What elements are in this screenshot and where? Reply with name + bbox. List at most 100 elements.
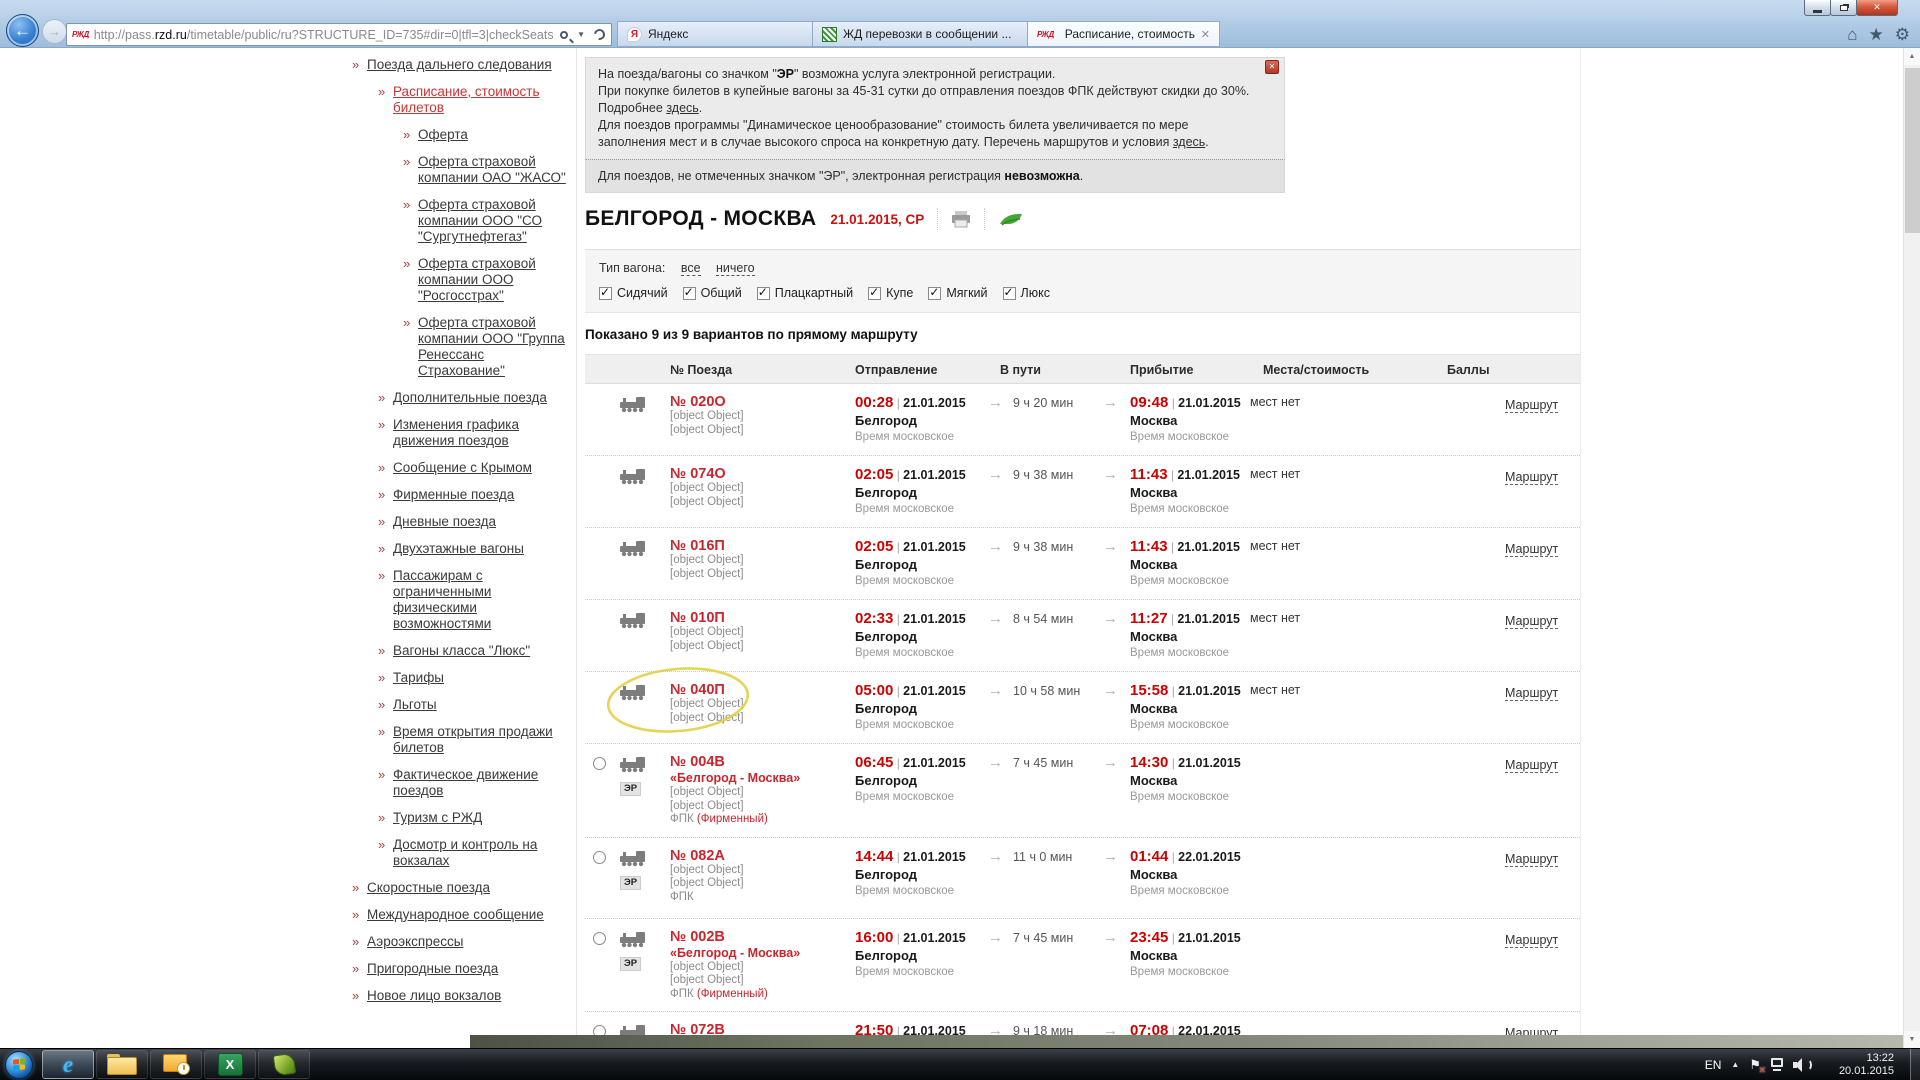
back-button[interactable]: ← — [6, 14, 39, 47]
scroll-up-button[interactable]: ▲ — [1904, 48, 1920, 65]
train-number[interactable]: № 040П — [670, 682, 855, 698]
podrobnee-link[interactable]: здесь — [666, 101, 698, 115]
route-link[interactable]: Маршрут — [1505, 398, 1558, 413]
forward-button[interactable]: → — [42, 19, 67, 44]
settings-gear-icon[interactable]: ⚙ — [1895, 26, 1910, 44]
print-icon[interactable] — [951, 211, 971, 228]
sidebar-item[interactable]: Оферта страховой компании ООО "Группа Ре… — [403, 315, 572, 379]
train-number[interactable]: № 016П — [670, 538, 855, 554]
train-number[interactable]: № 002В — [670, 929, 855, 945]
start-button[interactable] — [5, 1051, 33, 1079]
sidebar-item[interactable]: Оферта — [403, 127, 572, 143]
train-number[interactable]: № 072В — [670, 1022, 855, 1035]
banner-close-icon[interactable]: ✕ — [1265, 60, 1279, 74]
show-desktop-button[interactable] — [1910, 1049, 1920, 1080]
url-dropdown-icon[interactable]: ▼ — [577, 30, 585, 39]
sidebar-item[interactable]: Фирменные поезда — [378, 487, 572, 503]
sidebar-item[interactable]: Тарифы — [378, 670, 572, 686]
search-icon[interactable] — [560, 31, 568, 39]
taskbar-outlook-button[interactable] — [150, 1050, 202, 1079]
select-all-link[interactable]: все — [681, 261, 701, 276]
train-radio[interactable] — [593, 1025, 606, 1035]
vagon-type-checkbox[interactable]: ✓ Мягкий — [928, 286, 987, 300]
route-link[interactable]: Маршрут — [1505, 933, 1558, 948]
taskbar-excel-button[interactable]: X — [204, 1050, 256, 1079]
sidebar-item[interactable]: Оферта страховой компании ООО "Росгосстр… — [403, 256, 572, 304]
sidebar-item[interactable]: Дополнительные поезда — [378, 390, 572, 406]
train-radio[interactable] — [593, 757, 606, 770]
vagon-type-checkbox[interactable]: ✓ Сидячий — [599, 286, 668, 300]
train-number[interactable]: № 082А — [670, 848, 855, 864]
sidebar-item[interactable]: Скоростные поезда — [352, 880, 572, 896]
route-link[interactable]: Маршрут — [1505, 758, 1558, 773]
route-link[interactable]: Маршрут — [1505, 470, 1558, 485]
scrollbar-thumb[interactable] — [1905, 68, 1920, 233]
sidebar-item[interactable]: Оферта страховой компании ООО "СО "Сургу… — [403, 197, 572, 245]
checkbox-icon[interactable]: ✓ — [1003, 287, 1016, 300]
scroll-down-button[interactable]: ▼ — [1904, 1031, 1920, 1048]
sidebar-item[interactable]: Фактическое движение поездов — [378, 767, 572, 799]
tray-expand-icon[interactable]: ▲ — [1731, 1060, 1739, 1069]
vagon-type-checkbox[interactable]: ✓ Плацкартный — [757, 286, 853, 300]
tab-yandex[interactable]: Я Яндекс — [617, 21, 813, 47]
sidebar-item[interactable]: Пригородные поезда — [352, 961, 572, 977]
sidebar-item[interactable]: Вагоны класса "Люкс" — [378, 643, 572, 659]
window-minimize-button[interactable] — [1804, 0, 1831, 16]
address-bar[interactable]: РЖД http://pass.rzd.ru/timetable/public/… — [66, 23, 612, 46]
sidebar-item[interactable]: Двухэтажные вагоны — [378, 541, 572, 557]
checkbox-icon[interactable]: ✓ — [928, 287, 941, 300]
tab-close-icon[interactable]: ✕ — [1201, 28, 1210, 41]
sidebar-item[interactable]: Новое лицо вокзалов — [352, 988, 572, 1004]
action-center-flag-icon[interactable]: ⚑✕ — [1749, 1057, 1761, 1073]
train-number[interactable]: № 074О — [670, 466, 855, 482]
sidebar-item[interactable]: Аэроэкспрессы — [352, 934, 572, 950]
train-number[interactable]: № 004В — [670, 754, 855, 770]
sidebar-item[interactable]: Оферта страховой компании ОАО "ЖАСО" — [403, 154, 572, 186]
checkbox-icon[interactable]: ✓ — [683, 287, 696, 300]
sidebar-item[interactable]: Международное сообщение — [352, 907, 572, 923]
sidebar-item[interactable]: Время открытия продажи билетов — [378, 724, 572, 756]
route-link[interactable]: Маршрут — [1505, 852, 1558, 867]
sidebar-item[interactable]: Расписание, стоимость билетов — [378, 84, 572, 116]
route-link[interactable]: Маршрут — [1505, 614, 1558, 629]
select-none-link[interactable]: ничего — [716, 261, 755, 276]
volume-icon[interactable] — [1793, 1058, 1814, 1072]
clock[interactable]: 13:22 20.01.2015 — [1824, 1052, 1894, 1078]
tab-raspisanie-active[interactable]: РЖД Расписание, стоимость би... ✕ — [1027, 21, 1220, 47]
language-indicator[interactable]: EN — [1705, 1058, 1722, 1072]
train-number[interactable]: № 020О — [670, 394, 855, 410]
vagon-type-checkbox[interactable]: ✓ Общий — [683, 286, 742, 300]
route-link[interactable]: Маршрут — [1505, 686, 1558, 701]
sidebar-item[interactable]: Туризм с РЖД — [378, 810, 572, 826]
favorites-star-icon[interactable]: ★ — [1869, 26, 1884, 44]
sidebar-item[interactable]: Дневные поезда — [378, 514, 572, 530]
sidebar-item[interactable]: Поезда дальнего следования — [352, 57, 572, 73]
tab-zd-perevozki[interactable]: ЖД перевозки в сообщении ... — [812, 21, 1028, 47]
usloviya-link[interactable]: здесь — [1173, 135, 1205, 149]
train-name[interactable]: «Белгород - Москва» — [670, 945, 855, 961]
home-icon[interactable]: ⌂ — [1847, 26, 1857, 44]
checkbox-icon[interactable]: ✓ — [868, 287, 881, 300]
window-restore-button[interactable] — [1830, 0, 1857, 16]
train-radio[interactable] — [593, 932, 606, 945]
vagon-type-checkbox[interactable]: ✓ Купе — [868, 286, 913, 300]
taskbar-explorer-button[interactable] — [96, 1050, 148, 1079]
train-number[interactable]: № 010П — [670, 610, 855, 626]
window-close-button[interactable]: ✕ — [1856, 0, 1898, 16]
sidebar-item[interactable]: Пассажирам с ограниченными физическими в… — [378, 568, 572, 632]
sidebar-item[interactable]: Сообщение с Крымом — [378, 460, 572, 476]
train-name[interactable]: «Белгород - Москва» — [670, 770, 855, 786]
vertical-scrollbar[interactable]: ▲ ▼ — [1903, 48, 1920, 1048]
route-link[interactable]: Маршрут — [1505, 542, 1558, 557]
network-icon[interactable] — [1771, 1058, 1783, 1071]
taskbar-ie-button[interactable]: e — [42, 1050, 94, 1079]
route-link[interactable]: Маршрут — [1505, 1026, 1558, 1035]
sidebar-item[interactable]: Льготы — [378, 697, 572, 713]
checkbox-icon[interactable]: ✓ — [599, 287, 612, 300]
refresh-icon[interactable] — [592, 27, 607, 42]
sidebar-item[interactable]: Досмотр и контроль на вокзалах — [378, 837, 572, 869]
train-radio[interactable] — [593, 851, 606, 864]
vagon-type-checkbox[interactable]: ✓ Люкс — [1003, 286, 1050, 300]
taskbar-green-app-button[interactable] — [258, 1050, 310, 1079]
checkbox-icon[interactable]: ✓ — [757, 287, 770, 300]
